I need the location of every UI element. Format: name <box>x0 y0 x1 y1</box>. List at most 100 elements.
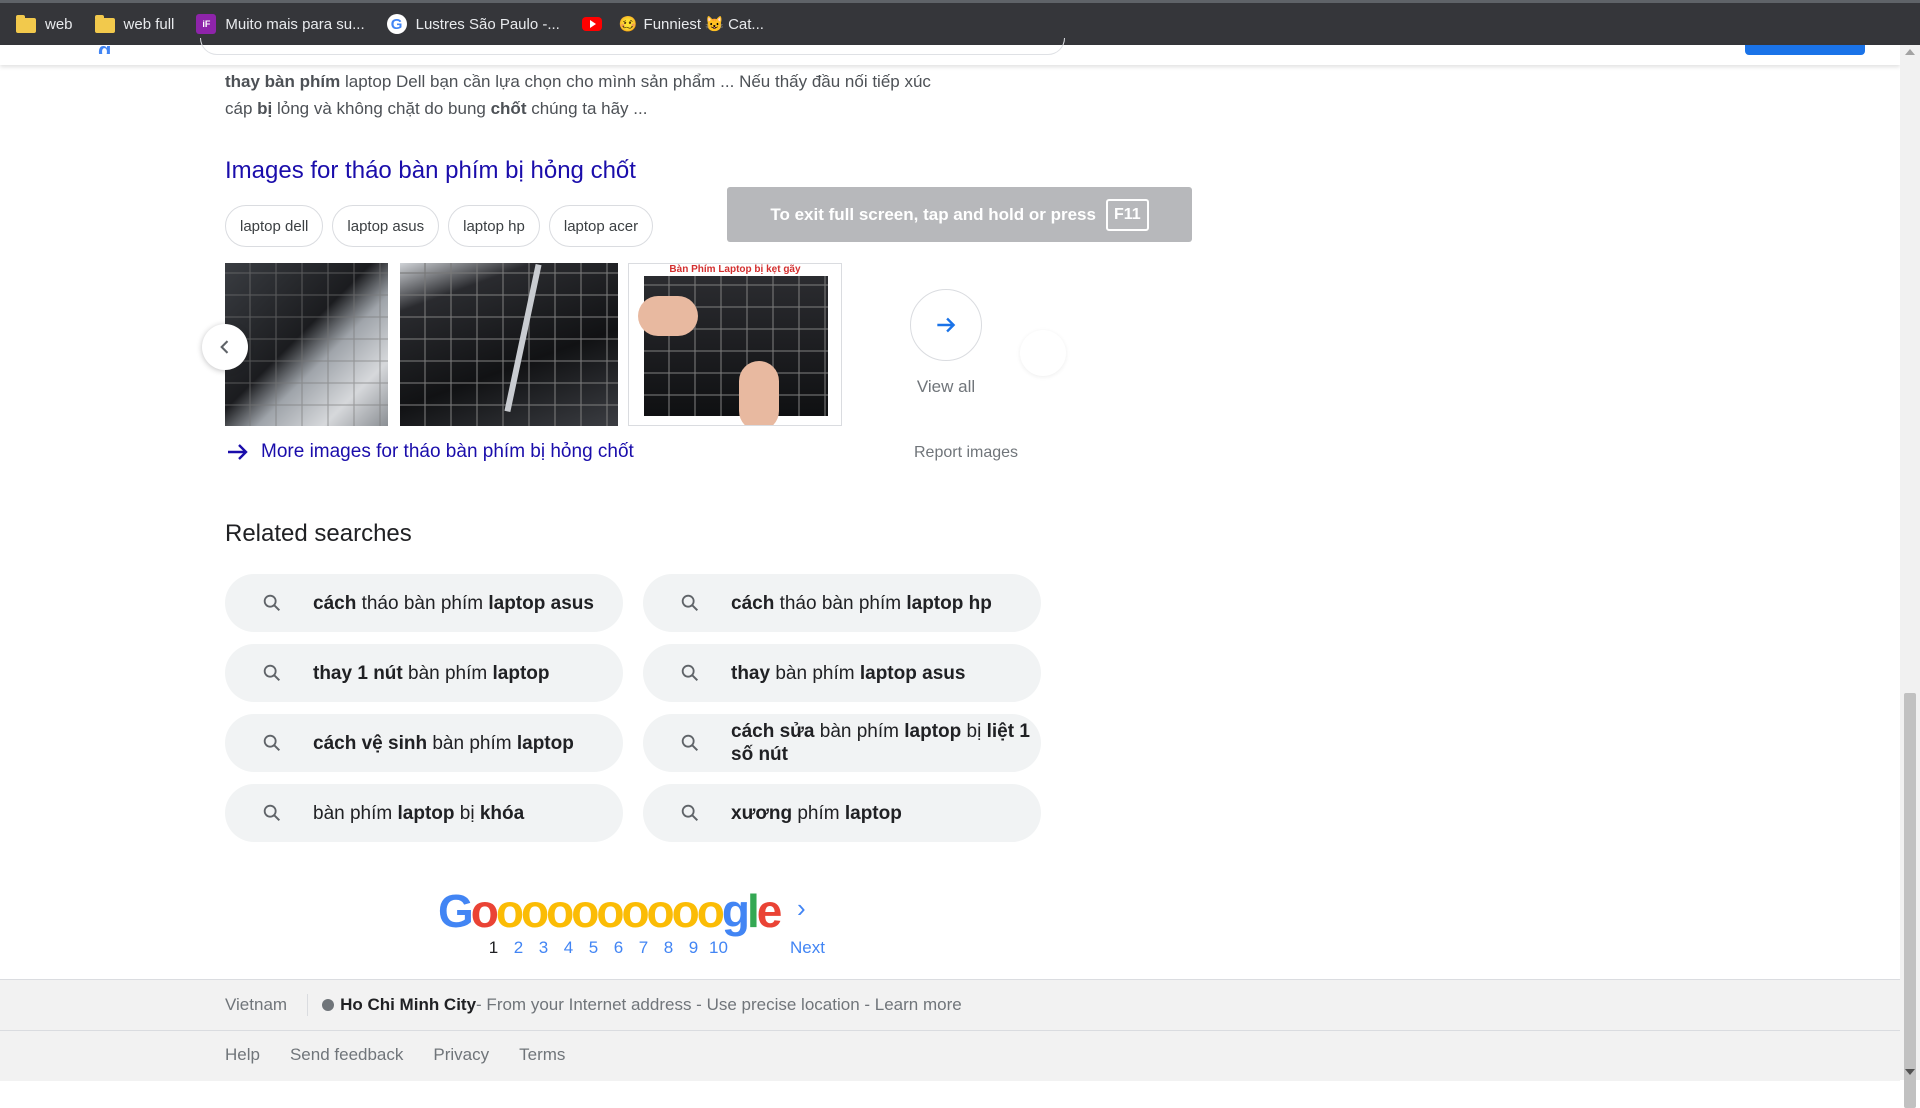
related-search-item[interactable]: cách vệ sinh bàn phím laptop <box>225 714 623 772</box>
snippet-text: lỏng và không chặt do bung <box>272 99 491 118</box>
folder-icon <box>16 14 36 33</box>
search-icon <box>263 804 281 822</box>
related-bold-term: cách <box>731 592 775 614</box>
footer-link-privacy[interactable]: Privacy <box>433 1045 489 1065</box>
report-images-link[interactable]: Report images <box>914 444 1018 462</box>
images-section-title[interactable]: Images for tháo bàn phím bị hỏng chốt <box>225 157 636 185</box>
bookmark-youtube[interactable] <box>581 17 611 31</box>
bookmark-label: Funniest 😺 Cat... <box>643 16 764 33</box>
related-search-item[interactable]: thay bàn phím laptop asus <box>643 644 1041 702</box>
footer-links: Help Send feedback Privacy Terms <box>225 1045 595 1065</box>
page-number-link[interactable]: 8 <box>656 938 681 958</box>
footer-location-text[interactable]: - From your Internet address - Use preci… <box>476 995 962 1015</box>
thumbnail-caption: Bàn Phím Laptop bị kẹt gãy <box>669 264 801 275</box>
scroll-up-arrow-icon[interactable] <box>1905 49 1915 55</box>
location-dot-icon <box>322 999 335 1011</box>
bookmark-lustres[interactable]: G Lustres São Paulo -... <box>386 14 560 34</box>
bookmark-web[interactable]: web <box>16 14 73 33</box>
page-numbers: 1 2 3 4 5 6 7 8 9 10 <box>481 938 731 958</box>
related-search-item[interactable]: cách tháo bàn phím laptop hp <box>643 574 1041 632</box>
f11-key: F11 <box>1105 198 1149 231</box>
footer-link-help[interactable]: Help <box>225 1045 260 1065</box>
related-bold-term: laptop <box>904 721 962 742</box>
chevron-right-icon[interactable]: › <box>797 893 806 924</box>
more-images-link[interactable]: More images for tháo bàn phím bị hỏng ch… <box>225 440 634 464</box>
related-term: bị <box>454 802 480 824</box>
view-all-button[interactable] <box>910 289 982 361</box>
image-thumbnail[interactable] <box>225 263 388 426</box>
chip-laptop-asus[interactable]: laptop asus <box>332 205 440 247</box>
search-icon <box>681 734 699 752</box>
ifood-icon: iF <box>196 14 217 34</box>
chevron-left-icon <box>220 340 229 354</box>
google-icon: G <box>386 14 407 34</box>
sign-in-button[interactable] <box>1745 45 1865 55</box>
related-bold-term: laptop <box>492 662 550 684</box>
finger-image <box>638 296 698 336</box>
related-bold-term: cách sửa <box>731 721 815 742</box>
bookmark-web-full[interactable]: web full <box>94 14 175 33</box>
related-search-item[interactable]: thay 1 nút bàn phím laptop <box>225 644 623 702</box>
related-term: bàn phím <box>402 662 493 684</box>
page-number-link[interactable]: 7 <box>631 938 656 958</box>
page-number-link[interactable]: 3 <box>531 938 556 958</box>
carousel-next-button[interactable] <box>1020 330 1066 376</box>
keyboard-image <box>638 276 828 425</box>
finger-image <box>739 361 779 425</box>
page-number-link[interactable]: 4 <box>556 938 581 958</box>
bookmark-muito-mais[interactable]: iF Muito mais para su... <box>196 14 365 34</box>
related-search-label: cách tháo bàn phím laptop asus <box>313 592 594 615</box>
related-bold-term: cách <box>313 592 357 614</box>
chip-laptop-dell[interactable]: laptop dell <box>225 205 324 247</box>
related-term: tháo bàn phím <box>774 592 907 614</box>
image-thumbnail[interactable] <box>400 263 618 426</box>
scrollbar[interactable] <box>1900 45 1920 1108</box>
related-bold-term: laptop <box>397 802 455 824</box>
related-search-item[interactable]: xương phím laptop <box>643 784 1041 842</box>
related-bold-term: laptop <box>516 732 574 754</box>
page-number-link[interactable]: 10 <box>706 938 731 958</box>
related-search-item[interactable]: bàn phím laptop bị khóa <box>225 784 623 842</box>
search-icon <box>681 804 699 822</box>
footer-link-send-feedback[interactable]: Send feedback <box>290 1045 403 1065</box>
scroll-down-arrow-icon[interactable] <box>1905 1069 1915 1075</box>
related-bold-term: laptop asus <box>859 662 966 684</box>
next-page-link[interactable]: Next <box>790 938 825 958</box>
related-search-label: bàn phím laptop bị khóa <box>313 802 524 825</box>
page-number-link[interactable]: 5 <box>581 938 606 958</box>
google-logo[interactable]: g <box>98 38 111 54</box>
related-search-label: thay bàn phím laptop asus <box>731 662 965 685</box>
scrollbar-thumb[interactable] <box>1904 693 1916 1108</box>
related-bold-term: cách vệ sinh <box>313 732 428 754</box>
bookmark-label: Muito mais para su... <box>225 15 365 33</box>
page-number-link[interactable]: 9 <box>681 938 706 958</box>
related-term: bàn phím <box>427 732 517 754</box>
view-all-label[interactable]: View all <box>906 377 986 397</box>
youtube-icon <box>581 17 602 31</box>
related-search-label: cách tháo bàn phím laptop hp <box>731 592 992 615</box>
bookmark-label: web full <box>123 15 175 33</box>
related-search-label: cách sửa bàn phím laptop bị liệt 1 số nú… <box>731 720 1041 766</box>
chip-laptop-hp[interactable]: laptop hp <box>448 205 540 247</box>
image-thumbnail[interactable]: Bàn Phím Laptop bị kẹt gãy <box>628 263 842 426</box>
bookmark-funniest[interactable]: 🥴 Funniest 😺 Cat... <box>619 15 764 33</box>
search-input[interactable] <box>200 38 1065 55</box>
related-term: bị <box>961 721 987 742</box>
emoji-icon: 🥴 <box>618 16 638 33</box>
related-search-item[interactable]: cách tháo bàn phím laptop asus <box>225 574 623 632</box>
page-number-link[interactable]: 2 <box>506 938 531 958</box>
footer-link-terms[interactable]: Terms <box>519 1045 565 1065</box>
related-bold-term: thay 1 nút <box>313 662 403 684</box>
carousel-prev-button[interactable] <box>202 324 248 370</box>
related-searches-title: Related searches <box>225 520 412 547</box>
chip-laptop-acer[interactable]: laptop acer <box>548 205 654 247</box>
more-images-label: More images for tháo bàn phím bị hỏng ch… <box>261 441 634 462</box>
page-number-link[interactable]: 6 <box>606 938 631 958</box>
related-search-item[interactable]: cách sửa bàn phím laptop bị liệt 1 số nú… <box>643 714 1041 772</box>
search-icon <box>263 734 281 752</box>
bookmark-label: web <box>45 15 73 33</box>
related-term: bàn phím <box>313 802 398 824</box>
related-search-label: xương phím laptop <box>731 802 902 825</box>
search-icon <box>263 594 281 612</box>
footer-divider <box>307 994 309 1016</box>
